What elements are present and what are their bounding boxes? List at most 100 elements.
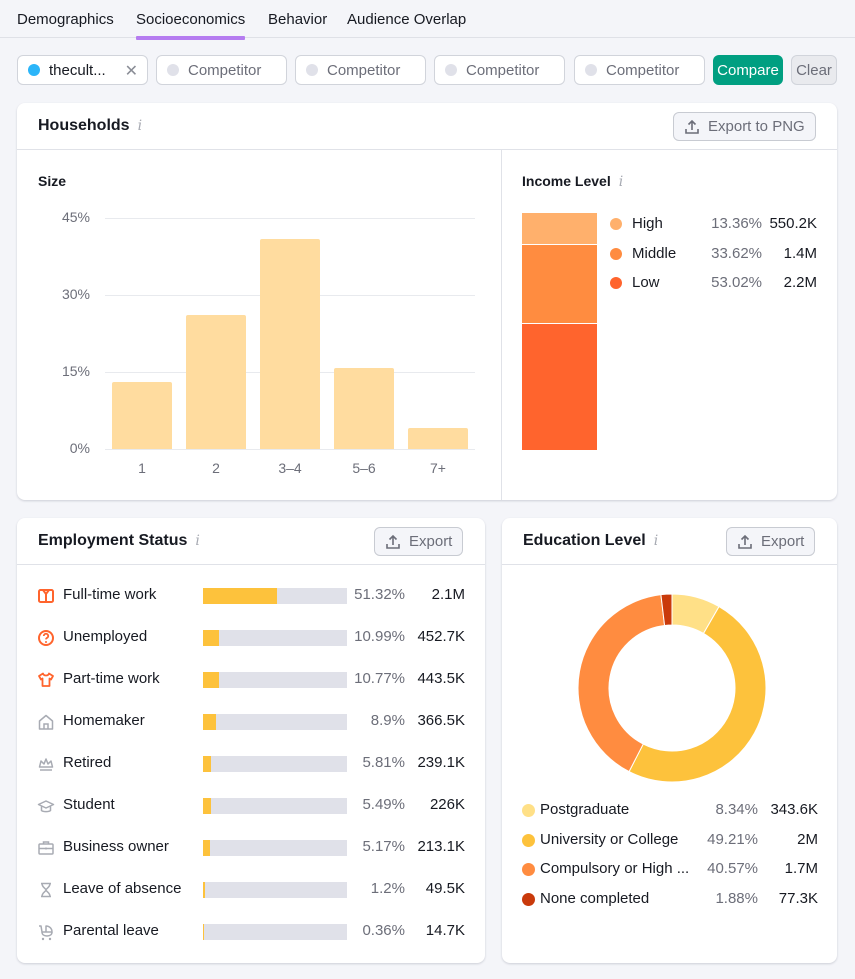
legend-count: 2M — [797, 830, 818, 848]
tab-demographics[interactable]: Demographics — [17, 11, 114, 28]
clear-button[interactable]: Clear — [791, 55, 837, 85]
domain-color-dot — [28, 64, 40, 76]
competitor-input-4[interactable]: Competitor — [574, 55, 705, 85]
employment-count: 239.1K — [417, 754, 465, 771]
x-tick-label: 5–6 — [352, 460, 376, 476]
y-tick-label: 30% — [61, 286, 90, 302]
employment-row: Part-time work 10.77% 443.5K — [17, 668, 485, 692]
size-bar[interactable] — [186, 315, 246, 449]
employment-title-text: Employment Status — [38, 532, 188, 549]
export-to-png-button[interactable]: Export to PNG — [673, 112, 816, 141]
tab-socioeconomics[interactable]: Socioeconomics — [136, 11, 246, 40]
employment-label: Unemployed — [63, 628, 148, 645]
employment-percent: 10.77% — [354, 670, 405, 687]
tab-behavior[interactable]: Behavior — [268, 11, 327, 28]
employment-export-button[interactable]: Export — [374, 527, 464, 556]
x-tick-label: 2 — [212, 460, 220, 476]
legend-dot — [610, 277, 622, 289]
income-segment-middle[interactable] — [522, 244, 597, 324]
crown-icon — [37, 755, 55, 773]
competitor-dot — [445, 64, 457, 76]
info-icon[interactable]: i — [619, 174, 623, 190]
income-segment-high[interactable] — [522, 213, 597, 244]
legend-percent: 13.36% — [711, 215, 762, 232]
tab-audience-overlap[interactable]: Audience Overlap — [347, 11, 466, 28]
compare-button[interactable]: Compare — [713, 55, 783, 85]
legend-percent: 8.34% — [715, 801, 758, 818]
x-tick-label: 3–4 — [278, 460, 302, 476]
employment-percent: 10.99% — [354, 628, 405, 645]
legend-percent: 1.88% — [715, 889, 758, 907]
employment-label: Full-time work — [63, 586, 157, 603]
y-tick-label: 0% — [69, 440, 90, 456]
section-divider — [501, 150, 502, 500]
info-icon[interactable]: i — [195, 533, 199, 549]
competitor-placeholder: Competitor — [606, 61, 680, 79]
employment-bar-track — [203, 840, 347, 856]
size-bar[interactable] — [408, 427, 468, 449]
competitor-input-1[interactable]: Competitor — [156, 55, 287, 85]
employment-bar-track — [203, 630, 347, 646]
legend-dot — [610, 247, 622, 260]
employment-percent: 5.17% — [362, 838, 405, 855]
employment-label: Parental leave — [63, 922, 159, 939]
employment-label: Homemaker — [63, 712, 145, 729]
competitor-dot — [167, 64, 179, 76]
stroller-icon — [37, 923, 55, 941]
briefcase-icon — [37, 839, 55, 857]
employment-row: Leave of absence 1.2% 49.5K — [17, 878, 485, 902]
employment-bar-fill — [203, 630, 219, 646]
employment-count: 366.5K — [417, 712, 465, 729]
size-bar[interactable] — [334, 367, 394, 449]
employment-bar-track — [203, 672, 347, 688]
legend-count: 550.2K — [769, 215, 817, 232]
employment-bar-track — [203, 714, 347, 730]
employment-bar-track — [203, 588, 347, 604]
income-legend-item: Low 53.02% 2.2M — [610, 273, 820, 293]
x-tick-label: 7+ — [430, 460, 446, 476]
employment-bar-fill — [203, 756, 212, 772]
employment-label: Leave of absence — [63, 880, 182, 897]
info-icon[interactable]: i — [138, 118, 142, 134]
employment-label: Student — [63, 796, 115, 813]
donut-slice-university-or-college[interactable] — [628, 605, 767, 783]
employment-label: Part-time work — [63, 670, 160, 687]
competitor-input-3[interactable]: Competitor — [434, 55, 565, 85]
legend-label: Postgraduate — [540, 801, 630, 818]
income-level-title-text: Income Level — [522, 173, 611, 189]
employment-bar-fill — [203, 882, 205, 898]
employment-status-card: Employment Status i Export Full-time work… — [17, 518, 485, 963]
legend-count: 1.7M — [784, 860, 818, 877]
employment-bar-fill — [203, 714, 216, 730]
households-title: Households i — [38, 117, 142, 135]
employment-count: 2.1M — [431, 586, 465, 603]
competitor-placeholder: Competitor — [466, 61, 540, 79]
legend-count: 77.3K — [778, 889, 818, 907]
competitor-input-2[interactable]: Competitor — [295, 55, 426, 85]
employment-percent: 5.49% — [362, 796, 405, 813]
education-legend-item: None completed 1.88% 77.3K — [522, 889, 818, 909]
size-chart-title: Size — [38, 173, 67, 189]
close-icon[interactable]: ✕ — [125, 61, 138, 81]
briefcase-shirt-icon — [37, 587, 55, 605]
legend-count: 343.6K — [770, 801, 818, 818]
gridline — [105, 218, 475, 219]
donut-slice-compulsory-or-high[interactable] — [577, 594, 666, 773]
legend-count: 1.4M — [783, 244, 817, 262]
employment-percent: 51.32% — [354, 586, 405, 603]
employment-bar-track — [203, 924, 347, 940]
size-bar[interactable] — [112, 382, 172, 449]
income-segment-low[interactable] — [522, 324, 597, 450]
legend-label: High — [632, 215, 663, 232]
employment-row: Unemployed 10.99% 452.7K — [17, 626, 485, 650]
employment-count: 443.5K — [417, 670, 465, 687]
size-bar[interactable] — [260, 239, 320, 449]
employment-percent: 5.81% — [362, 754, 405, 771]
export-label: Export — [409, 533, 453, 550]
domain-chip[interactable]: thecult... ✕ — [17, 55, 148, 85]
employment-row: Business owner 5.17% 213.1K — [17, 836, 485, 860]
legend-percent: 49.21% — [707, 830, 758, 848]
employment-count: 452.7K — [417, 628, 465, 645]
legend-label: None completed — [540, 889, 650, 907]
education-legend-item: University or College 49.21% 2M — [522, 830, 818, 850]
